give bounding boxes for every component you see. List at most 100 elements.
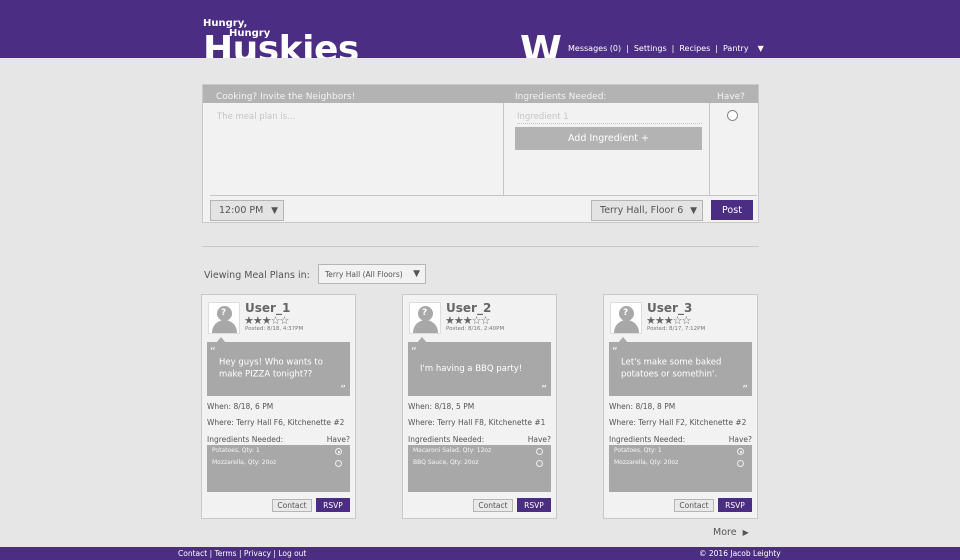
meal-message: Hey guys! Who wants to make PIZZA tonigh… — [219, 357, 323, 380]
rsvp-button[interactable]: RSVP — [718, 498, 752, 512]
meal-plan-card: ? User_1 ★★★☆☆ Posted: 8/18, 4:37PM “ He… — [201, 294, 356, 519]
ingredient-item: Mozzarella, Qty: 20oz — [614, 459, 679, 466]
ingredient-list: Macaroni Salad, Qty: 12oz BBQ Sauce, Qty… — [408, 445, 551, 492]
meal-plan-textarea[interactable]: The meal plan is... — [217, 112, 295, 122]
compose-title: Cooking? Invite the Neighbors! — [216, 92, 356, 102]
have-radio[interactable] — [335, 448, 342, 455]
meal-where: Where: Terry Hall F2, Kitchenette #2 — [609, 418, 747, 427]
logo-line-3: Huskies — [203, 29, 359, 58]
have-radio[interactable] — [536, 448, 543, 455]
location-select-value: Terry Hall, Floor 6 — [600, 205, 684, 216]
contact-button[interactable]: Contact — [674, 499, 714, 512]
footer-links[interactable]: Contact | Terms | Privacy | Log out — [178, 549, 306, 558]
nav-pantry[interactable]: Pantry — [723, 44, 749, 53]
close-quote-icon: ” — [541, 383, 547, 397]
have-radio[interactable] — [727, 110, 738, 121]
nav-messages[interactable]: Messages (0) — [568, 44, 621, 53]
avatar[interactable]: ? — [610, 302, 642, 334]
meal-message: Let's make some baked potatoes or someth… — [621, 357, 722, 380]
university-wordmark: W — [520, 28, 562, 58]
time-select-value: 12:00 PM — [219, 205, 264, 216]
more-link[interactable]: More ▶ — [713, 527, 749, 538]
have-heading: Have? — [527, 435, 551, 444]
ingredients-heading: Ingredients Needed: — [609, 435, 686, 444]
posted-time: Posted: 8/17, 7:12PM — [647, 326, 706, 332]
speech-bubble: “ I'm having a BBQ party! ” — [408, 342, 551, 396]
compose-footer-divider — [210, 195, 757, 196]
top-nav: Messages (0) | Settings | Recipes | Pant… — [568, 44, 764, 53]
contact-button[interactable]: Contact — [473, 499, 513, 512]
ingredient-item: BBQ Sauce, Qty: 20oz — [413, 459, 479, 466]
chevron-right-icon: ▶ — [742, 528, 749, 537]
avatar[interactable]: ? — [409, 302, 441, 334]
nav-separator: | — [626, 44, 629, 53]
nav-dropdown-icon[interactable]: ▼ — [758, 44, 764, 53]
ingredient-item: Macaroni Salad, Qty: 12oz — [413, 447, 492, 454]
username[interactable]: User_3 — [647, 301, 692, 315]
meal-when: When: 8/18, 5 PM — [408, 402, 475, 411]
building-filter-value: Terry Hall (All Floors) — [325, 269, 403, 279]
username[interactable]: User_2 — [446, 301, 491, 315]
add-ingredient-button[interactable]: Add Ingredient + — [515, 127, 702, 150]
column-divider — [709, 103, 710, 195]
meal-plan-card: ? User_2 ★★★☆☆ Posted: 8/16, 2:40PM “ I'… — [402, 294, 557, 519]
have-heading: Have? — [326, 435, 350, 444]
ingredient-item: Potatoes, Qty: 1 — [614, 447, 662, 454]
time-select[interactable]: 12:00 PM ▼ — [210, 200, 284, 221]
dropdown-arrow-icon: ▼ — [413, 269, 420, 279]
ingredients-needed-heading: Ingredients Needed: — [515, 92, 607, 102]
meal-where: Where: Terry Hall F8, Kitchenette #1 — [408, 418, 546, 427]
more-label: More — [713, 527, 737, 538]
posted-time: Posted: 8/16, 2:40PM — [446, 326, 505, 332]
top-header: Hungry, Hungry Huskies W Messages (0) | … — [0, 0, 960, 58]
speech-bubble: “ Let's make some baked potatoes or some… — [609, 342, 752, 396]
username[interactable]: User_1 — [245, 301, 290, 315]
post-button[interactable]: Post — [711, 200, 753, 220]
ingredients-heading: Ingredients Needed: — [408, 435, 485, 444]
open-quote-icon: “ — [612, 345, 618, 358]
nav-separator: | — [715, 44, 718, 53]
rsvp-button[interactable]: RSVP — [517, 498, 551, 512]
compose-header: Cooking? Invite the Neighbors! Ingredien… — [203, 85, 758, 103]
open-quote-icon: “ — [411, 345, 417, 358]
ingredient-list: Potatoes, Qty: 1 Mozzarella, Qty: 20oz — [609, 445, 752, 492]
ingredient-input[interactable]: Ingredient 1 — [517, 112, 702, 124]
speech-bubble: “ Hey guys! Who wants to make PIZZA toni… — [207, 342, 350, 396]
rsvp-button[interactable]: RSVP — [316, 498, 350, 512]
compose-meal-plan-panel: Cooking? Invite the Neighbors! Ingredien… — [202, 84, 759, 223]
meal-message: I'm having a BBQ party! — [420, 363, 523, 374]
ingredient-list: Potatoes, Qty: 1 Mozzarella, Qty: 20oz — [207, 445, 350, 492]
close-quote-icon: ” — [742, 383, 748, 397]
location-select[interactable]: Terry Hall, Floor 6 ▼ — [591, 200, 703, 221]
have-heading: Have? — [717, 92, 745, 102]
dropdown-arrow-icon: ▼ — [690, 205, 697, 216]
nav-settings[interactable]: Settings — [634, 44, 667, 53]
meal-where: Where: Terry Hall F6, Kitchenette #2 — [207, 418, 345, 427]
column-divider — [503, 103, 504, 195]
close-quote-icon: ” — [340, 383, 346, 397]
ingredient-item: Potatoes, Qty: 1 — [212, 447, 260, 454]
footer: Contact | Terms | Privacy | Log out © 20… — [0, 547, 960, 560]
meal-plan-card: ? User_3 ★★★☆☆ Posted: 8/17, 7:12PM “ Le… — [603, 294, 758, 519]
meal-when: When: 8/18, 8 PM — [609, 402, 676, 411]
ingredients-heading: Ingredients Needed: — [207, 435, 284, 444]
viewing-filter: Viewing Meal Plans in: — [204, 270, 310, 281]
section-divider — [202, 246, 759, 247]
meal-when: When: 8/18, 6 PM — [207, 402, 274, 411]
open-quote-icon: “ — [210, 345, 216, 358]
building-filter-select[interactable]: Terry Hall (All Floors) ▼ — [318, 264, 426, 284]
have-radio[interactable] — [737, 460, 744, 467]
contact-button[interactable]: Contact — [272, 499, 312, 512]
copyright: © 2016 Jacob Leighty — [699, 549, 781, 558]
have-radio[interactable] — [335, 460, 342, 467]
have-radio[interactable] — [536, 460, 543, 467]
nav-separator: | — [671, 44, 675, 53]
avatar[interactable]: ? — [208, 302, 240, 334]
filter-label: Viewing Meal Plans in: — [204, 270, 310, 281]
nav-recipes[interactable]: Recipes — [679, 44, 710, 53]
have-radio[interactable] — [737, 448, 744, 455]
have-heading: Have? — [728, 435, 752, 444]
posted-time: Posted: 8/18, 4:37PM — [245, 326, 304, 332]
ingredient-item: Mozzarella, Qty: 20oz — [212, 459, 277, 466]
dropdown-arrow-icon: ▼ — [271, 205, 278, 216]
